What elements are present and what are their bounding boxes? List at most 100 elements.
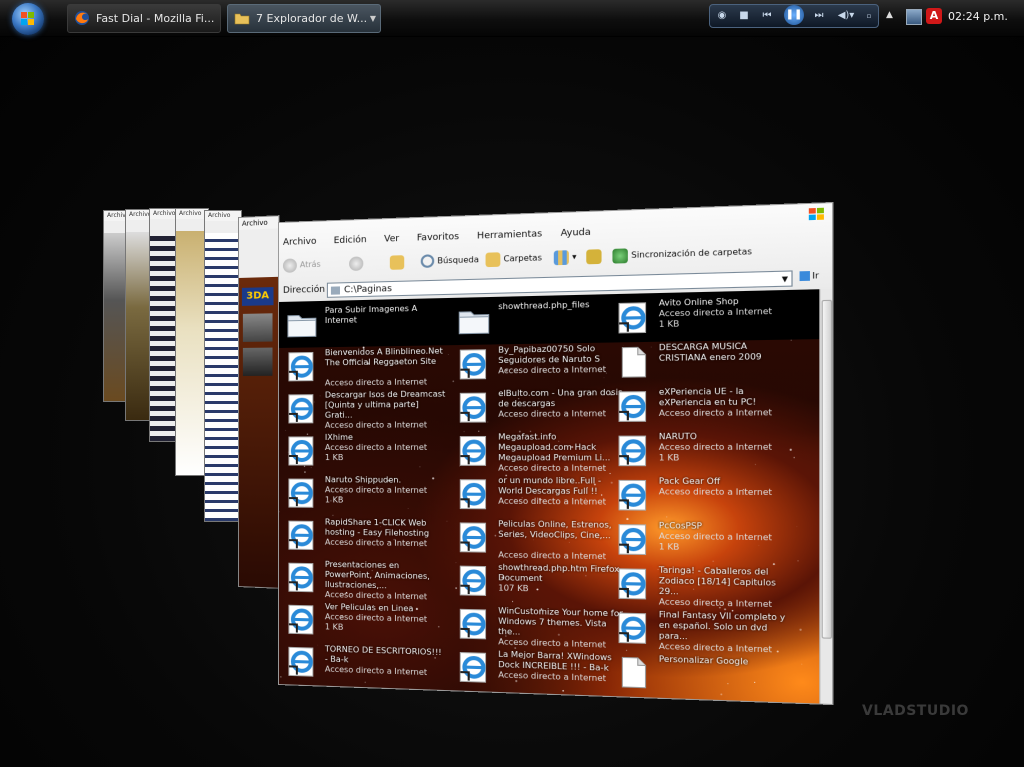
file-size: 1 KB <box>325 453 446 463</box>
explorer-window[interactable]: Archivo Edición Ver Favoritos Herramient… <box>278 202 833 704</box>
internet-shortcut-icon <box>615 388 653 424</box>
document-icon <box>615 344 653 380</box>
sync-label: Sincronización de carpetas <box>631 247 752 260</box>
file-item[interactable]: Presentaciones en PowerPoint, Animacione… <box>281 558 444 602</box>
address-value: C:\Paginas <box>344 284 392 295</box>
internet-shortcut-icon <box>456 433 492 468</box>
file-item[interactable]: NARUTO Acceso directo a Internet 1 KB <box>610 430 790 473</box>
file-item[interactable]: TORNEO DE ESCRITORIOS!!! - Ba-k Acceso di… <box>281 642 444 688</box>
file-item[interactable]: RapidShare 1-CLICK Web hosting - Easy Fi… <box>281 516 444 559</box>
file-item[interactable]: By_Papibaz00750 Solo Seguidores de Narut… <box>452 342 624 386</box>
file-item[interactable]: Para Subir Imagenes A Internet <box>281 302 444 346</box>
internet-shortcut-icon <box>615 300 653 337</box>
menu-ver[interactable]: Ver <box>384 234 399 245</box>
file-item[interactable]: showthread.php.htm Firefox Document 107 K… <box>452 561 624 606</box>
folders-button[interactable]: Carpetas <box>486 249 542 269</box>
internet-shortcut-icon <box>615 610 653 647</box>
background-window[interactable]: Archivo 3DA <box>238 215 279 589</box>
scrollbar-thumb[interactable] <box>822 300 833 639</box>
file-name: Pack Gear Off <box>659 476 793 487</box>
file-item[interactable]: elBulto.com - Una gran dosis de descarga… <box>452 387 624 430</box>
file-type: Acceso directo a Internet <box>498 550 625 562</box>
file-item[interactable]: Avito Online Shop Acceso directo a Intern… <box>610 294 790 340</box>
folder-icon <box>285 307 319 342</box>
search-label: Búsqueda <box>437 255 479 265</box>
star <box>801 664 802 665</box>
star <box>794 457 795 458</box>
file-item[interactable]: Pack Gear Off Acceso directo a Internet <box>610 475 790 519</box>
menu-ayuda[interactable]: Ayuda <box>561 227 591 238</box>
folders-label: Carpetas <box>504 253 542 263</box>
file-item[interactable]: Taringa! - Caballeros del Zodiaco [18/14… <box>610 563 790 609</box>
menu-herramientas[interactable]: Herramientas <box>477 229 542 241</box>
star <box>799 629 801 631</box>
menu-favoritos[interactable]: Favoritos <box>417 232 459 244</box>
folder-icon <box>456 303 492 339</box>
file-item[interactable]: Megafast.info Megaupload.com Hack Megaup… <box>452 431 624 473</box>
file-name: Megafast.info Megaupload.com Hack Megaup… <box>498 432 625 464</box>
internet-shortcut-icon <box>285 644 319 679</box>
sync-icon <box>612 248 627 263</box>
file-name: showthread.php.htm Firefox Document <box>498 563 625 586</box>
sync-button[interactable]: Sincronización de carpetas <box>612 242 751 265</box>
internet-shortcut-icon <box>456 606 492 642</box>
history-button[interactable] <box>586 247 605 266</box>
file-type: Acceso directo a Internet <box>325 538 446 550</box>
avatar <box>243 348 273 376</box>
up-folder-button[interactable] <box>390 253 407 272</box>
file-item[interactable]: DESCARGA MUSICA CRISTIANA enero 2009 <box>610 340 790 385</box>
avatar <box>243 313 273 342</box>
internet-shortcut-icon <box>285 392 319 426</box>
file-item[interactable]: showthread.php_files <box>452 298 624 343</box>
file-name: IXhime <box>325 432 446 442</box>
search-icon <box>421 254 434 268</box>
file-item[interactable]: or un mundo libre..Full - World Descarga… <box>452 475 624 518</box>
internet-shortcut-icon <box>615 477 653 513</box>
go-button[interactable]: Ir <box>800 271 819 281</box>
history-icon <box>586 249 601 264</box>
background-window[interactable]: Archivo <box>204 210 242 522</box>
menu-archivo[interactable]: Archivo <box>283 237 317 248</box>
internet-shortcut-icon <box>615 566 653 603</box>
file-size: 1 KB <box>325 495 446 506</box>
file-name: RapidShare 1-CLICK Web hosting - Easy Fi… <box>325 517 446 539</box>
file-item[interactable]: Descargar Isos de Dreamcast [Quinta y ul… <box>281 388 444 430</box>
file-type: Acceso directo a Internet <box>498 463 625 474</box>
file-type: Acceso directo a Internet <box>659 408 793 419</box>
file-item[interactable]: WinCustomize Your home for Windows 7 the… <box>452 604 624 650</box>
file-name: Peliculas Online, Estrenos, Series, Vide… <box>498 519 625 541</box>
vertical-scrollbar[interactable] <box>819 289 832 704</box>
folders-icon <box>486 252 501 267</box>
menu-edicion[interactable]: Edición <box>334 235 367 246</box>
file-type: Acceso directo a Internet <box>325 443 446 453</box>
file-item[interactable]: Naruto Shippuden. Acceso directo a Intern… <box>281 474 444 516</box>
internet-shortcut-icon <box>615 433 653 469</box>
file-item[interactable]: La Mejor Barra! XWindows Dock INCREIBLE … <box>452 647 624 694</box>
file-item[interactable]: Personalizar Google <box>610 652 790 701</box>
chevron-down-icon[interactable]: ▼ <box>782 272 788 288</box>
file-item[interactable]: eXPeriencia UE - la eXPeriencia en tu PC… <box>610 385 790 429</box>
forward-button[interactable] <box>349 254 366 273</box>
file-item[interactable]: Ver Peliculas en Linea Acceso directo a I… <box>281 600 444 645</box>
window-chrome: Archivo Edición Ver Favoritos Herramient… <box>278 202 833 304</box>
file-item[interactable]: PcCosPSP Acceso directo a Internet 1 KB <box>610 519 790 564</box>
star <box>447 521 448 522</box>
file-item[interactable]: Final Fantasy VII completo y en español.… <box>610 608 790 655</box>
up-folder-icon <box>390 255 404 270</box>
star <box>285 430 286 431</box>
go-arrow-icon <box>800 271 810 281</box>
internet-shortcut-icon <box>456 477 492 512</box>
internet-shortcut-icon <box>456 649 492 685</box>
file-item[interactable]: Bienvenidos A Blinblineo.Net The Officia… <box>281 345 444 388</box>
file-size: 1 KB <box>659 453 793 464</box>
views-button[interactable]: ▾ <box>554 248 577 267</box>
flip3d-window-stack: Archivo Archivo Archivo Archivo Archivo … <box>0 0 1024 767</box>
internet-shortcut-icon <box>456 390 492 425</box>
search-button[interactable]: Búsqueda <box>421 251 479 271</box>
back-button[interactable]: Atrás <box>283 256 321 275</box>
window-menu-label: Archivo <box>205 211 241 221</box>
file-item[interactable]: IXhime Acceso directo a Internet 1 KB <box>281 431 444 472</box>
file-item[interactable]: Peliculas Online, Estrenos, Series, Vide… <box>452 518 624 562</box>
file-type: 107 KB <box>498 583 625 596</box>
file-type: Acceso directo a Internet <box>659 487 793 498</box>
